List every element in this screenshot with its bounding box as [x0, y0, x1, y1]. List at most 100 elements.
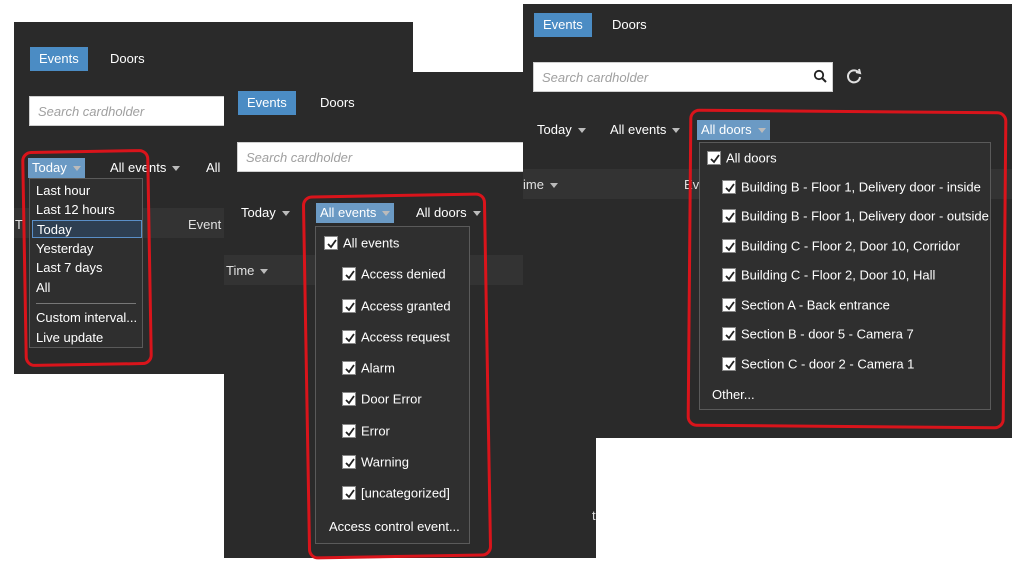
checkbox-checked-icon: [722, 267, 736, 282]
checkbox-all-doors[interactable]: All doors: [707, 149, 777, 167]
tab-doors[interactable]: Doors: [316, 91, 359, 115]
menu-item-last-hour[interactable]: Last hour: [36, 182, 90, 200]
checkbox-access-request[interactable]: Access request: [342, 328, 450, 346]
checkbox-alarm[interactable]: Alarm: [342, 359, 395, 377]
checkbox-warning[interactable]: Warning: [342, 453, 409, 471]
menu-item-other[interactable]: Other...: [712, 386, 755, 404]
time-filter-dropdown[interactable]: Today: [241, 203, 290, 223]
chevron-down-icon: [577, 128, 586, 134]
doors-filter-dropdown[interactable]: All doors: [697, 120, 770, 140]
checkbox-door-error[interactable]: Door Error: [342, 390, 422, 408]
search-placeholder: Search cardholder: [542, 70, 649, 85]
menu-item-live-update[interactable]: Live update: [36, 329, 103, 347]
tab-doors[interactable]: Doors: [608, 13, 651, 37]
stray-text: t: [592, 508, 596, 523]
checkbox-label: Building C - Floor 2, Door 10, Corridor: [741, 238, 960, 254]
events-filter-label: All events: [320, 205, 377, 220]
chevron-down-icon: [172, 166, 181, 172]
checkbox-label: Building B - Floor 1, Delivery door - ou…: [741, 208, 989, 224]
doors-filter-label: All doors: [416, 205, 467, 220]
events-filter-label: All events: [610, 122, 667, 137]
checkbox-label: Error: [361, 423, 390, 439]
refresh-icon[interactable]: [845, 67, 863, 88]
menu-item-custom-interval[interactable]: Custom interval...: [36, 309, 137, 327]
checkbox-label: Section B - door 5 - Camera 7: [741, 326, 914, 342]
column-time[interactable]: ime: [523, 177, 558, 192]
chevron-down-icon: [472, 211, 481, 217]
chevron-down-icon: [72, 166, 81, 172]
column-time[interactable]: Ti: [15, 217, 25, 232]
time-filter-label: Today: [241, 205, 276, 220]
checkbox-uncategorized[interactable]: [uncategorized]: [342, 484, 450, 502]
checkbox-label: Access request: [361, 329, 450, 345]
menu-item-access-control-event[interactable]: Access control event...: [329, 518, 460, 536]
checkbox-door[interactable]: Section A - Back entrance: [722, 296, 890, 314]
events-filter-dropdown[interactable]: All events: [316, 203, 395, 223]
events-filter-dropdown[interactable]: All events: [610, 120, 681, 140]
events-filter-label: All events: [110, 160, 167, 175]
checkbox-door[interactable]: Section C - door 2 - Camera 1: [722, 355, 914, 373]
checkbox-checked-icon: [342, 391, 356, 406]
checkbox-checked-icon: [722, 297, 736, 312]
checkbox-checked-icon: [722, 326, 736, 341]
search-icon[interactable]: [813, 69, 827, 86]
menu-item-last-12-hours[interactable]: Last 12 hours: [36, 201, 115, 219]
chevron-down-icon: [757, 128, 766, 134]
checkbox-access-denied[interactable]: Access denied: [342, 265, 446, 283]
menu-item-all[interactable]: All: [36, 279, 50, 297]
checkbox-label: All doors: [726, 150, 777, 166]
checkbox-checked-icon: [324, 235, 338, 250]
checkbox-door[interactable]: Section B - door 5 - Camera 7: [722, 325, 914, 343]
checkbox-label: Building C - Floor 2, Door 10, Hall: [741, 267, 936, 283]
menu-item-yesterday[interactable]: Yesterday: [36, 240, 93, 258]
menu-divider: [36, 303, 136, 304]
checkbox-checked-icon: [722, 179, 736, 194]
checkbox-checked-icon: [722, 356, 736, 371]
search-input[interactable]: Search cardholder: [29, 96, 229, 126]
doors-filter-label: All doors: [701, 122, 752, 137]
checkbox-label: All events: [343, 235, 400, 251]
chevron-down-icon: [281, 211, 290, 217]
checkbox-door[interactable]: Building C - Floor 2, Door 10, Corridor: [722, 237, 960, 255]
time-filter-label: Today: [32, 160, 67, 175]
chevron-down-icon: [260, 269, 269, 275]
column-event[interactable]: Event: [188, 217, 221, 232]
column-time-label: Time: [226, 263, 255, 278]
tab-events[interactable]: Events: [534, 13, 592, 37]
checkbox-door[interactable]: Building B - Floor 1, Delivery door - in…: [722, 178, 981, 196]
time-filter-dropdown[interactable]: Today: [537, 120, 586, 140]
search-placeholder: Search cardholder: [246, 150, 353, 165]
checkbox-checked-icon: [342, 423, 356, 438]
events-filter-dropdown[interactable]: All events: [110, 158, 181, 178]
checkbox-checked-icon: [342, 454, 356, 469]
chevron-down-icon: [672, 128, 681, 134]
checkbox-error[interactable]: Error: [342, 422, 390, 440]
checkbox-checked-icon: [707, 150, 721, 165]
checkbox-label: Alarm: [361, 360, 395, 376]
checkbox-door[interactable]: Building C - Floor 2, Door 10, Hall: [722, 266, 935, 284]
time-filter-dropdown[interactable]: Today: [28, 158, 85, 178]
chevron-down-icon: [549, 183, 558, 189]
checkbox-access-granted[interactable]: Access granted: [342, 297, 451, 315]
checkbox-checked-icon: [722, 238, 736, 253]
tab-events[interactable]: Events: [238, 91, 296, 115]
checkbox-label: Section A - Back entrance: [741, 297, 890, 313]
menu-item-last-7-days[interactable]: Last 7 days: [36, 259, 103, 277]
checkbox-door[interactable]: Building B - Floor 1, Delivery door - ou…: [722, 207, 989, 225]
search-input[interactable]: Search cardholder: [533, 62, 833, 92]
checkbox-label: Building B - Floor 1, Delivery door - in…: [741, 179, 981, 195]
tab-events[interactable]: Events: [30, 47, 88, 71]
time-filter-menu: Last hour Last 12 hours Today Yesterday …: [29, 178, 143, 348]
checkbox-all-events[interactable]: All events: [324, 234, 399, 252]
checkbox-label: Access denied: [361, 266, 446, 282]
tab-doors[interactable]: Doors: [106, 47, 149, 71]
column-event[interactable]: Ev: [684, 177, 699, 192]
checkbox-label: [uncategorized]: [361, 485, 450, 501]
checkbox-checked-icon: [342, 298, 356, 313]
column-time-label: ime: [523, 177, 544, 192]
column-time[interactable]: Time: [226, 263, 269, 278]
doors-filter-dropdown[interactable]: All doors: [416, 203, 481, 223]
menu-item-today[interactable]: Today: [32, 220, 142, 238]
events-filter-menu: All events Access denied Access granted …: [315, 226, 470, 544]
checkbox-checked-icon: [342, 329, 356, 344]
